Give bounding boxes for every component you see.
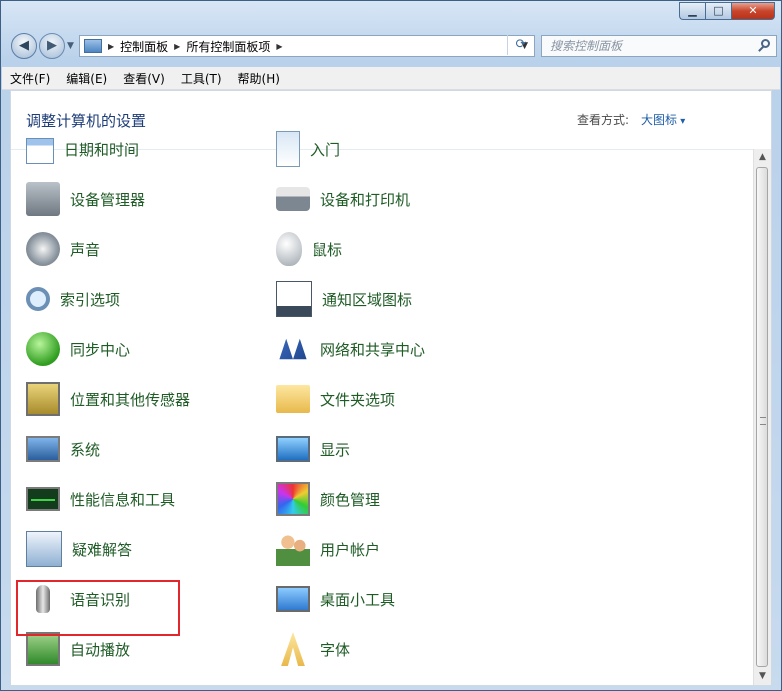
menu-file[interactable]: 文件(F) <box>2 70 58 87</box>
item-desktop-gadgets[interactable]: 桌面小工具 <box>276 579 395 619</box>
troubleshoot-icon <box>26 531 62 567</box>
display-icon <box>276 436 310 462</box>
item-label: 颜色管理 <box>320 490 381 509</box>
control-panel-window: ▁ □ ✕ ◀ ▶ ▼ ▶ 控制面板 ▶ 所有控制面板项 ▶ ▼ ⟳ 搜索控制面… <box>0 0 782 691</box>
item-label: 鼠标 <box>312 240 343 259</box>
item-label: 通知区域图标 <box>322 290 413 309</box>
item-devices-printers[interactable]: 设备和打印机 <box>276 179 410 219</box>
item-label: 系统 <box>70 440 101 459</box>
item-sync-center[interactable]: 同步中心 <box>26 329 130 369</box>
scroll-thumb[interactable] <box>756 167 768 667</box>
item-troubleshooting[interactable]: 疑难解答 <box>26 529 132 569</box>
item-color-management[interactable]: 颜色管理 <box>276 479 380 519</box>
item-label: 声音 <box>70 240 101 259</box>
gadgets-icon <box>276 586 310 612</box>
vertical-scrollbar[interactable]: ▲ ▼ <box>753 149 771 685</box>
item-label: 显示 <box>320 440 351 459</box>
mouse-icon <box>276 232 302 266</box>
scroll-up-icon[interactable]: ▲ <box>754 149 771 166</box>
item-label: 自动播放 <box>70 640 131 659</box>
performance-icon <box>26 487 60 511</box>
page-title: 调整计算机的设置 <box>26 112 147 130</box>
getting-started-icon <box>276 131 300 167</box>
item-location-sensors[interactable]: 位置和其他传感器 <box>26 379 190 419</box>
menu-bar: 文件(F) 编辑(E) 查看(V) 工具(T) 帮助(H) <box>2 67 780 90</box>
computer-icon <box>26 436 60 462</box>
minimize-button[interactable]: ▁ <box>679 2 705 20</box>
close-button[interactable]: ✕ <box>731 2 775 20</box>
item-label: 桌面小工具 <box>320 590 396 609</box>
item-user-accounts[interactable]: 用户帐户 <box>276 529 380 569</box>
breadcrumb-control-panel[interactable]: 控制面板 <box>120 38 168 55</box>
item-getting-started[interactable]: 入门 <box>276 129 340 169</box>
item-sound[interactable]: 声音 <box>26 229 100 269</box>
device-manager-icon <box>26 182 60 216</box>
maximize-button[interactable]: □ <box>705 2 731 20</box>
grip-icon <box>760 417 766 425</box>
item-label: 用户帐户 <box>320 540 381 559</box>
navigation-bar: ◀ ▶ ▼ ▶ 控制面板 ▶ 所有控制面板项 ▶ ▼ ⟳ 搜索控制面板 <box>9 32 777 60</box>
item-folder-options[interactable]: 文件夹选项 <box>276 379 395 419</box>
item-system[interactable]: 系统 <box>26 429 100 469</box>
calendar-icon <box>26 138 54 164</box>
sensor-icon <box>26 382 60 416</box>
item-device-manager[interactable]: 设备管理器 <box>26 179 145 219</box>
item-label: 索引选项 <box>60 290 121 309</box>
item-display[interactable]: 显示 <box>276 429 350 469</box>
content-pane: 调整计算机的设置 查看方式: 大图标 日期和时间 入门 设备管理器 设备和打印机… <box>10 90 772 686</box>
item-mouse[interactable]: 鼠标 <box>276 229 342 269</box>
item-network-sharing[interactable]: 网络和共享中心 <box>276 329 425 369</box>
item-indexing-options[interactable]: 索引选项 <box>26 279 120 319</box>
item-label: 入门 <box>310 140 341 159</box>
control-panel-items: 日期和时间 入门 设备管理器 设备和打印机 声音 鼠标 索引选项 通知区域图标 … <box>11 131 753 685</box>
recent-pages-dropdown-icon[interactable]: ▼ <box>67 41 74 51</box>
item-label: 文件夹选项 <box>320 390 396 409</box>
breadcrumb-separator-icon[interactable]: ▶ <box>174 42 180 51</box>
item-notification-icons[interactable]: 通知区域图标 <box>276 279 412 319</box>
scroll-down-icon[interactable]: ▼ <box>754 668 771 685</box>
folder-icon <box>276 385 310 413</box>
view-by-label: 查看方式: <box>577 113 630 127</box>
refresh-icon[interactable]: ⟳ <box>507 35 534 55</box>
font-icon <box>281 632 305 666</box>
forward-button[interactable]: ▶ <box>39 33 65 59</box>
autoplay-icon <box>26 632 60 666</box>
breadcrumb-separator-icon[interactable]: ▶ <box>108 42 114 51</box>
control-panel-icon <box>84 39 102 53</box>
item-label: 性能信息和工具 <box>70 490 176 509</box>
item-label: 网络和共享中心 <box>320 340 426 359</box>
menu-view[interactable]: 查看(V) <box>115 70 173 87</box>
item-date-time[interactable]: 日期和时间 <box>26 129 139 169</box>
item-label: 同步中心 <box>70 340 131 359</box>
window-caption-buttons: ▁ □ ✕ <box>679 2 775 20</box>
magnifier-icon <box>26 287 50 311</box>
speaker-icon <box>26 232 60 266</box>
menu-edit[interactable]: 编辑(E) <box>58 70 115 87</box>
network-icon <box>279 338 307 360</box>
menu-tools[interactable]: 工具(T) <box>173 70 230 87</box>
item-performance[interactable]: 性能信息和工具 <box>26 479 175 519</box>
item-label: 日期和时间 <box>64 140 140 159</box>
item-label: 设备管理器 <box>70 190 146 209</box>
color-icon <box>276 482 310 516</box>
search-input[interactable]: 搜索控制面板 <box>541 35 777 57</box>
menu-help[interactable]: 帮助(H) <box>230 70 288 87</box>
search-placeholder: 搜索控制面板 <box>550 39 623 53</box>
highlight-box <box>16 580 180 636</box>
users-icon <box>276 532 310 566</box>
item-label: 设备和打印机 <box>320 190 411 209</box>
back-button[interactable]: ◀ <box>11 33 37 59</box>
breadcrumb-separator-icon[interactable]: ▶ <box>276 42 282 51</box>
search-icon[interactable] <box>761 39 770 48</box>
view-by-dropdown[interactable]: 大图标 <box>641 111 685 128</box>
item-fonts[interactable]: 字体 <box>276 629 350 669</box>
printer-icon <box>276 187 310 211</box>
breadcrumb-all-items[interactable]: 所有控制面板项 <box>186 38 270 55</box>
item-label: 位置和其他传感器 <box>70 390 191 409</box>
sync-icon <box>26 332 60 366</box>
notification-tray-icon <box>276 281 312 317</box>
address-bar[interactable]: ▶ 控制面板 ▶ 所有控制面板项 ▶ ▼ <box>79 35 535 57</box>
item-label: 疑难解答 <box>72 540 133 559</box>
item-label: 字体 <box>320 640 351 659</box>
